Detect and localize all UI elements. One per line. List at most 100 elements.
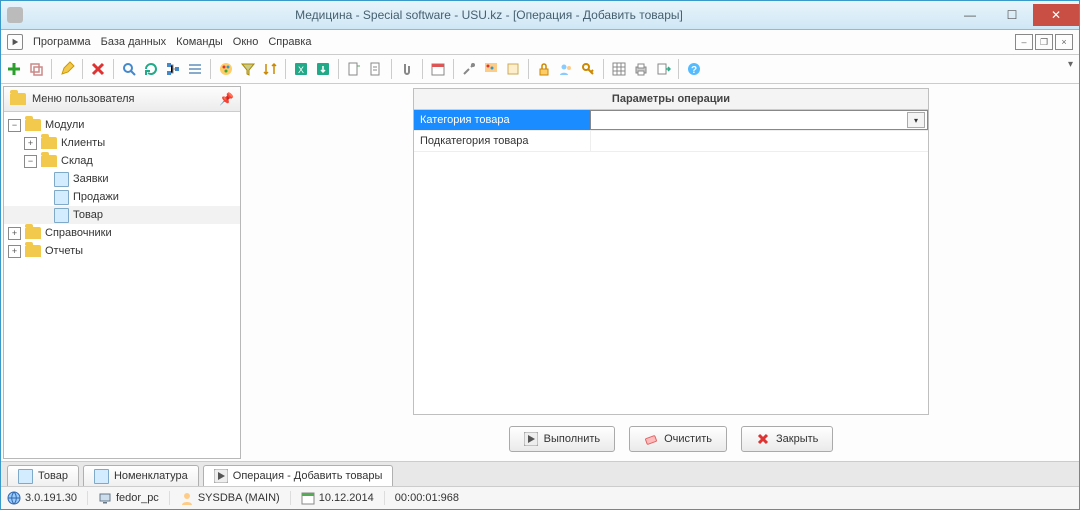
eraser-icon — [644, 432, 658, 446]
page-icon — [54, 190, 69, 205]
calendar-icon — [301, 491, 315, 505]
minimize-button[interactable]: — — [949, 4, 991, 26]
param-row-category[interactable]: Категория товара ▾ — [414, 110, 928, 131]
bottom-tabs: Товар Номенклатура Операция - Добавить т… — [1, 461, 1079, 486]
tree-node-sklad[interactable]: − Склад — [4, 152, 240, 170]
help-icon[interactable]: ? — [685, 60, 703, 78]
print-icon[interactable] — [632, 60, 650, 78]
note-icon[interactable] — [504, 60, 522, 78]
sidebar-title: Меню пользователя — [32, 93, 134, 105]
toolbar-overflow-icon[interactable]: ▾ — [1068, 59, 1073, 70]
mdi-close-button[interactable]: × — [1055, 34, 1073, 50]
tree-label: Заявки — [73, 173, 109, 185]
tree-label: Продажи — [73, 191, 119, 203]
open-doc-icon[interactable] — [367, 60, 385, 78]
expand-icon[interactable]: + — [24, 137, 37, 150]
clear-button[interactable]: Очистить — [629, 426, 727, 452]
tab-nomenklatura[interactable]: Номенклатура — [83, 465, 199, 486]
content-area: Параметры операции Категория товара ▾ По… — [243, 84, 1079, 461]
refresh-icon[interactable] — [142, 60, 160, 78]
tree-node-clients[interactable]: + Клиенты — [4, 134, 240, 152]
page-icon — [18, 469, 33, 484]
maximize-button[interactable]: ☐ — [991, 4, 1033, 26]
tree-icon[interactable] — [164, 60, 182, 78]
paint-icon[interactable] — [482, 60, 500, 78]
tree-node-zayavki[interactable]: Заявки — [4, 170, 240, 188]
folder-icon — [25, 245, 41, 257]
app-icon — [7, 7, 23, 23]
palette-icon[interactable] — [217, 60, 235, 78]
run-button[interactable]: Выполнить — [509, 426, 615, 452]
copy-icon[interactable] — [27, 60, 45, 78]
excel-import-icon[interactable] — [314, 60, 332, 78]
calendar-icon[interactable] — [429, 60, 447, 78]
main-area: Меню пользователя 📌 − Модули + Клиенты −… — [1, 84, 1079, 461]
tree-node-modules[interactable]: − Модули — [4, 116, 240, 134]
tree-node-prodazhi[interactable]: Продажи — [4, 188, 240, 206]
menu-window[interactable]: Окно — [233, 36, 259, 48]
export-icon[interactable] — [654, 60, 672, 78]
collapse-icon[interactable]: − — [8, 119, 21, 132]
menu-help[interactable]: Справка — [268, 36, 311, 48]
filter-icon[interactable] — [239, 60, 257, 78]
excel-export-icon[interactable]: X — [292, 60, 310, 78]
tree-node-tovar[interactable]: Товар — [4, 206, 240, 224]
lock-icon[interactable] — [535, 60, 553, 78]
status-ip: 3.0.191.30 — [7, 491, 88, 505]
param-row-subcategory[interactable]: Подкатегория товара — [414, 131, 928, 152]
globe-icon — [7, 491, 21, 505]
play-icon[interactable] — [7, 34, 23, 50]
param-value[interactable] — [590, 131, 928, 151]
chevron-down-icon[interactable]: ▾ — [907, 112, 925, 128]
button-label: Закрыть — [776, 433, 818, 445]
key-icon[interactable] — [579, 60, 597, 78]
page-icon — [54, 208, 69, 223]
folder-icon — [41, 137, 57, 149]
sort-icon[interactable] — [261, 60, 279, 78]
grid-icon[interactable] — [610, 60, 628, 78]
list-icon[interactable] — [186, 60, 204, 78]
pin-icon[interactable]: 📌 — [219, 92, 234, 106]
svg-text:?: ? — [691, 65, 697, 76]
folder-icon — [10, 93, 26, 105]
tab-label: Операция - Добавить товары — [233, 470, 383, 482]
menu-commands[interactable]: Команды — [176, 36, 223, 48]
params-title: Параметры операции — [414, 89, 928, 110]
tree-label: Справочники — [45, 227, 112, 239]
tree-node-otchety[interactable]: + Отчеты — [4, 242, 240, 260]
expand-icon[interactable]: + — [8, 227, 21, 240]
attach-icon[interactable] — [398, 60, 416, 78]
computer-icon — [98, 491, 112, 505]
new-doc-icon[interactable] — [345, 60, 363, 78]
toolbar: X ? ▾ — [1, 55, 1079, 84]
button-label: Очистить — [664, 433, 712, 445]
edit-icon[interactable] — [58, 60, 76, 78]
search-icon[interactable] — [120, 60, 138, 78]
collapse-icon[interactable]: − — [24, 155, 37, 168]
tab-tovar[interactable]: Товар — [7, 465, 79, 486]
delete-icon[interactable] — [89, 60, 107, 78]
sidebar-header: Меню пользователя 📌 — [4, 87, 240, 112]
users-icon[interactable] — [557, 60, 575, 78]
mdi-restore-button[interactable]: ❐ — [1035, 34, 1053, 50]
tab-operation[interactable]: Операция - Добавить товары — [203, 465, 394, 486]
window-title: Медицина - Special software - USU.kz - [… — [29, 8, 949, 22]
tree: − Модули + Клиенты − Склад Заявки Продаж… — [4, 112, 240, 458]
param-value-dropdown[interactable]: ▾ — [590, 110, 928, 130]
close-button[interactable]: Закрыть — [741, 426, 833, 452]
status-user: SYSDBA (MAIN) — [180, 491, 291, 505]
tree-label: Склад — [61, 155, 93, 167]
tools-icon[interactable] — [460, 60, 478, 78]
expand-icon[interactable]: + — [8, 245, 21, 258]
play-icon — [524, 432, 538, 446]
tree-node-sprav[interactable]: + Справочники — [4, 224, 240, 242]
status-bar: 3.0.191.30 fedor_pc SYSDBA (MAIN) 10.12.… — [1, 486, 1079, 509]
add-icon[interactable] — [5, 60, 23, 78]
param-label: Категория товара — [414, 110, 590, 130]
menu-database[interactable]: База данных — [101, 36, 167, 48]
mdi-minimize-button[interactable]: – — [1015, 34, 1033, 50]
tree-label: Отчеты — [45, 245, 83, 257]
close-button[interactable]: ✕ — [1033, 4, 1079, 26]
menu-program[interactable]: Программа — [33, 36, 91, 48]
status-host: fedor_pc — [98, 491, 170, 505]
